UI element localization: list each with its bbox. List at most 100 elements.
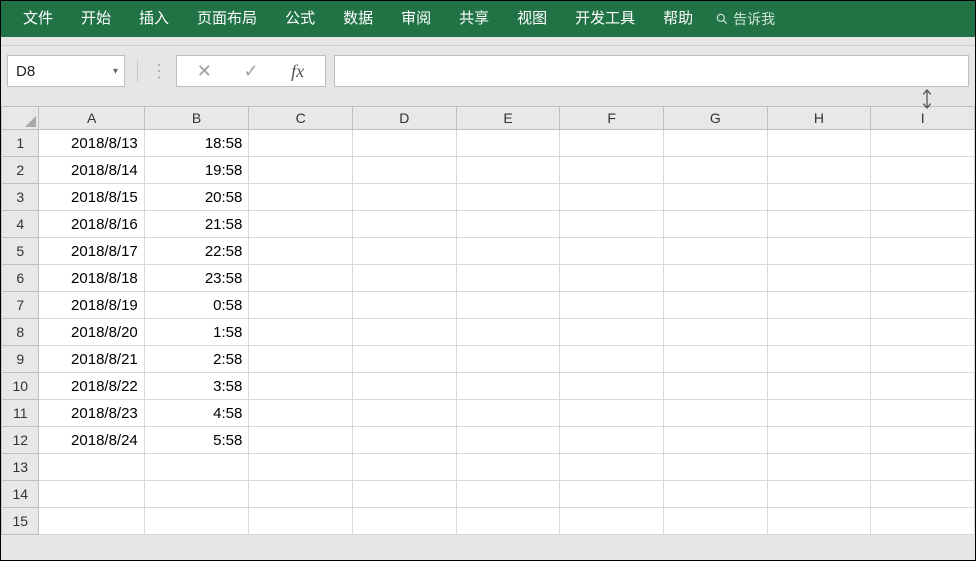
row-header[interactable]: 2 bbox=[2, 157, 39, 184]
cell-A1[interactable]: 2018/8/13 bbox=[39, 130, 144, 157]
cell-B13[interactable] bbox=[144, 454, 249, 481]
cell-B7[interactable]: 0:58 bbox=[144, 292, 249, 319]
cell-B1[interactable]: 18:58 bbox=[144, 130, 249, 157]
cell-B11[interactable]: 4:58 bbox=[144, 400, 249, 427]
cell-H8[interactable] bbox=[767, 319, 871, 346]
cell-G6[interactable] bbox=[664, 265, 768, 292]
cell-E6[interactable] bbox=[456, 265, 560, 292]
cell-B6[interactable]: 23:58 bbox=[144, 265, 249, 292]
cell-H5[interactable] bbox=[767, 238, 871, 265]
row-header[interactable]: 4 bbox=[2, 211, 39, 238]
cell-I5[interactable] bbox=[871, 238, 975, 265]
cell-G15[interactable] bbox=[664, 508, 768, 535]
ribbon-tab-share[interactable]: 共享 bbox=[445, 1, 503, 37]
row-header[interactable]: 5 bbox=[2, 238, 39, 265]
cell-H1[interactable] bbox=[767, 130, 871, 157]
cell-E4[interactable] bbox=[456, 211, 560, 238]
ribbon-tab-dev[interactable]: 开发工具 bbox=[561, 1, 649, 37]
cell-A11[interactable]: 2018/8/23 bbox=[39, 400, 144, 427]
cell-I9[interactable] bbox=[871, 346, 975, 373]
ribbon-tab-help[interactable]: 帮助 bbox=[649, 1, 707, 37]
cell-G11[interactable] bbox=[664, 400, 768, 427]
formula-bar-resize-icon[interactable] bbox=[919, 88, 935, 116]
cell-E9[interactable] bbox=[456, 346, 560, 373]
cell-A15[interactable] bbox=[39, 508, 144, 535]
cell-E2[interactable] bbox=[456, 157, 560, 184]
row-header[interactable]: 3 bbox=[2, 184, 39, 211]
ribbon-tab-view[interactable]: 视图 bbox=[503, 1, 561, 37]
cell-D5[interactable] bbox=[353, 238, 457, 265]
more-options-icon[interactable]: ⋮ bbox=[150, 61, 168, 82]
cell-C3[interactable] bbox=[249, 184, 353, 211]
cell-E5[interactable] bbox=[456, 238, 560, 265]
cell-A10[interactable]: 2018/8/22 bbox=[39, 373, 144, 400]
row-header[interactable]: 10 bbox=[2, 373, 39, 400]
cell-B2[interactable]: 19:58 bbox=[144, 157, 249, 184]
cell-A3[interactable]: 2018/8/15 bbox=[39, 184, 144, 211]
ribbon-tab-layout[interactable]: 页面布局 bbox=[183, 1, 271, 37]
cell-D7[interactable] bbox=[353, 292, 457, 319]
cell-D4[interactable] bbox=[353, 211, 457, 238]
cell-H9[interactable] bbox=[767, 346, 871, 373]
cell-I13[interactable] bbox=[871, 454, 975, 481]
row-header[interactable]: 6 bbox=[2, 265, 39, 292]
cell-F1[interactable] bbox=[560, 130, 664, 157]
row-header[interactable]: 14 bbox=[2, 481, 39, 508]
cell-C15[interactable] bbox=[249, 508, 353, 535]
spreadsheet-grid[interactable]: A B C D E F G H I 12018/8/1318:5822018/8… bbox=[1, 106, 975, 535]
cell-A9[interactable]: 2018/8/21 bbox=[39, 346, 144, 373]
cell-B10[interactable]: 3:58 bbox=[144, 373, 249, 400]
cell-B15[interactable] bbox=[144, 508, 249, 535]
cell-I2[interactable] bbox=[871, 157, 975, 184]
cell-C9[interactable] bbox=[249, 346, 353, 373]
cell-A12[interactable]: 2018/8/24 bbox=[39, 427, 144, 454]
cell-F5[interactable] bbox=[560, 238, 664, 265]
cell-G1[interactable] bbox=[664, 130, 768, 157]
formula-input[interactable] bbox=[334, 55, 969, 87]
cell-H7[interactable] bbox=[767, 292, 871, 319]
cell-F9[interactable] bbox=[560, 346, 664, 373]
col-header-F[interactable]: F bbox=[560, 107, 664, 130]
cell-G14[interactable] bbox=[664, 481, 768, 508]
cell-F7[interactable] bbox=[560, 292, 664, 319]
col-header-A[interactable]: A bbox=[39, 107, 144, 130]
cell-I8[interactable] bbox=[871, 319, 975, 346]
cell-E7[interactable] bbox=[456, 292, 560, 319]
cell-I10[interactable] bbox=[871, 373, 975, 400]
cell-C1[interactable] bbox=[249, 130, 353, 157]
cell-G5[interactable] bbox=[664, 238, 768, 265]
cell-G13[interactable] bbox=[664, 454, 768, 481]
dropdown-caret-icon[interactable]: ▾ bbox=[113, 66, 118, 77]
cell-D11[interactable] bbox=[353, 400, 457, 427]
col-header-D[interactable]: D bbox=[353, 107, 457, 130]
ribbon-tab-file[interactable]: 文件 bbox=[9, 1, 67, 37]
cell-E8[interactable] bbox=[456, 319, 560, 346]
cell-I11[interactable] bbox=[871, 400, 975, 427]
cell-A6[interactable]: 2018/8/18 bbox=[39, 265, 144, 292]
row-header[interactable]: 12 bbox=[2, 427, 39, 454]
cell-F13[interactable] bbox=[560, 454, 664, 481]
cell-F12[interactable] bbox=[560, 427, 664, 454]
cell-B3[interactable]: 20:58 bbox=[144, 184, 249, 211]
cell-E10[interactable] bbox=[456, 373, 560, 400]
cell-B9[interactable]: 2:58 bbox=[144, 346, 249, 373]
col-header-H[interactable]: H bbox=[767, 107, 871, 130]
cell-D10[interactable] bbox=[353, 373, 457, 400]
cell-G10[interactable] bbox=[664, 373, 768, 400]
row-header[interactable]: 1 bbox=[2, 130, 39, 157]
cell-A4[interactable]: 2018/8/16 bbox=[39, 211, 144, 238]
cell-A8[interactable]: 2018/8/20 bbox=[39, 319, 144, 346]
cell-G7[interactable] bbox=[664, 292, 768, 319]
cell-C14[interactable] bbox=[249, 481, 353, 508]
cell-F4[interactable] bbox=[560, 211, 664, 238]
cell-F11[interactable] bbox=[560, 400, 664, 427]
tell-me-search[interactable]: 告诉我 bbox=[707, 9, 775, 29]
cell-C7[interactable] bbox=[249, 292, 353, 319]
cell-E15[interactable] bbox=[456, 508, 560, 535]
cell-H3[interactable] bbox=[767, 184, 871, 211]
cancel-button[interactable]: ✕ bbox=[190, 61, 218, 82]
enter-button[interactable]: ✓ bbox=[237, 61, 265, 82]
cell-A5[interactable]: 2018/8/17 bbox=[39, 238, 144, 265]
cell-F2[interactable] bbox=[560, 157, 664, 184]
cell-H14[interactable] bbox=[767, 481, 871, 508]
